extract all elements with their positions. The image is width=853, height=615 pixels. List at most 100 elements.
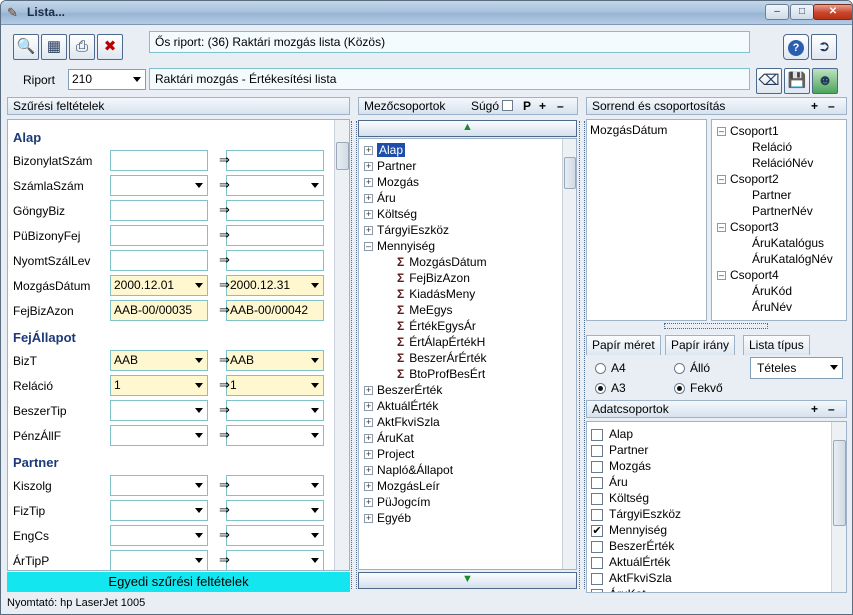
tree-item[interactable]: + TárgyiEszköz [364, 222, 449, 238]
tree-item[interactable]: Σ BeszerÁrÉrték [397, 350, 487, 366]
tree-item[interactable]: + Project [364, 446, 414, 462]
help-checkbox[interactable] [502, 100, 513, 111]
tab-paper-orientation[interactable]: Papír irány [665, 335, 736, 355]
chevron-down-icon[interactable] [195, 358, 203, 363]
filter-from-input[interactable] [110, 425, 208, 446]
checkbox[interactable] [591, 428, 603, 441]
tree-scroll-thumb[interactable] [564, 157, 576, 189]
expand-icon[interactable]: + [364, 146, 373, 156]
filter-from-input[interactable] [110, 400, 208, 421]
chevron-down-icon[interactable] [311, 358, 319, 363]
datagroup-item[interactable]: Alap [591, 426, 633, 442]
tree-item[interactable]: Σ MeEgys [397, 302, 453, 318]
collapse-icon[interactable]: – [717, 175, 726, 185]
radio-a3[interactable]: A3 [595, 381, 626, 395]
datagroup-item[interactable]: Mozgás [591, 458, 651, 474]
expand-icon[interactable]: + [364, 514, 373, 524]
group-field[interactable]: RelációNév [752, 155, 813, 171]
filter-from-input[interactable] [110, 250, 208, 271]
tree-item[interactable]: + ÁruKat [364, 430, 414, 446]
chevron-down-icon[interactable] [195, 183, 203, 188]
radio-a4-circle[interactable] [595, 363, 606, 375]
sort-field-item[interactable]: MozgásDátum [590, 123, 667, 137]
radio-portrait-circle[interactable] [674, 363, 685, 375]
filter-from-input[interactable] [110, 500, 208, 521]
tab-paper-size[interactable]: Papír méret [586, 335, 661, 355]
expand-all-button[interactable]: + [539, 98, 546, 114]
chevron-down-icon[interactable] [311, 483, 319, 488]
maximize-button[interactable]: □ [790, 4, 814, 20]
group-field[interactable]: Partner [752, 187, 791, 203]
custom-filter-button[interactable]: Egyedi szűrési feltételek [7, 572, 350, 592]
chevron-down-icon[interactable] [311, 383, 319, 388]
datagroups-minus-button[interactable]: – [828, 401, 835, 417]
tree-item[interactable]: + Költség [364, 206, 417, 222]
filter-to-input[interactable] [226, 400, 324, 421]
tree-item[interactable]: – Mennyiség [364, 238, 435, 254]
tree-item[interactable]: Σ ÉrtÁlapÉrtékH [397, 334, 485, 350]
scroll-thumb[interactable] [336, 142, 349, 170]
filter-to-input[interactable] [226, 475, 324, 496]
tree-item[interactable]: + BeszerÉrték [364, 382, 442, 398]
datagroup-item[interactable]: Költség [591, 490, 649, 506]
users-button[interactable]: ☻ [812, 68, 838, 94]
filters-scrollbar[interactable] [334, 120, 349, 570]
tree-item[interactable]: + Egyéb [364, 510, 411, 526]
delete-button[interactable]: ✖ [97, 34, 123, 60]
group-field[interactable]: ÁruKód [752, 283, 792, 299]
datagroups-scroll-thumb[interactable] [833, 440, 846, 526]
filter-to-input[interactable] [226, 175, 324, 196]
filter-to-input[interactable]: AAB [226, 350, 324, 371]
p-button[interactable]: P [523, 98, 531, 114]
filter-from-input[interactable]: AAB-00/00035 [110, 300, 208, 321]
datagroup-item[interactable]: ✔ Mennyiség [591, 522, 667, 538]
left-splitter[interactable] [351, 121, 357, 589]
expand-icon[interactable]: + [364, 226, 373, 236]
report-select[interactable]: 210 [68, 69, 146, 90]
tree-item[interactable]: + Partner [364, 158, 416, 174]
filter-to-input[interactable] [226, 225, 324, 246]
expand-icon[interactable]: + [364, 498, 373, 508]
checkbox[interactable] [591, 476, 603, 489]
radio-a3-circle[interactable] [595, 383, 606, 395]
filter-to-input[interactable]: 1 [226, 375, 324, 396]
checkbox[interactable] [591, 588, 603, 592]
report-name-field[interactable]: Raktári mozgás - Értékesítési lista [149, 68, 750, 90]
filter-to-input[interactable] [226, 525, 324, 546]
order-plus-button[interactable]: + [811, 98, 818, 114]
datagroup-item[interactable]: ÁruKat [591, 586, 646, 592]
group-field[interactable]: Reláció [752, 139, 792, 155]
filter-from-input[interactable]: 2000.12.01 [110, 275, 208, 296]
expand-icon[interactable]: + [364, 402, 373, 412]
radio-portrait[interactable]: Álló [674, 361, 710, 375]
filter-from-input[interactable]: AAB [110, 350, 208, 371]
chevron-down-icon[interactable] [195, 533, 203, 538]
group-node[interactable]: – Csoport1 [717, 123, 779, 139]
chevron-down-icon[interactable] [311, 408, 319, 413]
collapse-icon[interactable]: – [717, 127, 726, 137]
sort-list[interactable]: MozgásDátum [586, 119, 707, 321]
filter-from-input[interactable] [110, 200, 208, 221]
order-minus-button[interactable]: – [828, 98, 835, 114]
group-field[interactable]: PartnerNév [752, 203, 813, 219]
tree-item[interactable]: + PüJogcím [364, 494, 430, 510]
chevron-down-icon[interactable] [195, 558, 203, 563]
chevron-down-icon[interactable] [311, 283, 319, 288]
checkbox[interactable] [591, 556, 603, 569]
horizontal-splitter[interactable] [664, 323, 768, 329]
datagroup-item[interactable]: Áru [591, 474, 628, 490]
expand-icon[interactable]: + [364, 194, 373, 204]
filter-to-input[interactable]: 2000.12.31 [226, 275, 324, 296]
save-button[interactable]: 💾 [784, 68, 810, 94]
chevron-down-icon[interactable] [195, 383, 203, 388]
tree-item[interactable]: Σ ÉrtékEgysÁr [397, 318, 476, 334]
datagroup-item[interactable]: AktFkviSzla [591, 570, 672, 586]
list-type-select[interactable]: Tételes [750, 357, 843, 379]
radio-landscape[interactable]: Fekvő [674, 381, 723, 395]
tree-item[interactable]: + Mozgás [364, 174, 419, 190]
tree-item[interactable]: + Alap [364, 142, 406, 158]
filter-from-input[interactable] [110, 150, 208, 171]
filter-from-input[interactable] [110, 525, 208, 546]
datagroup-item[interactable]: AktuálÉrték [591, 554, 670, 570]
filter-to-input[interactable] [226, 550, 324, 570]
